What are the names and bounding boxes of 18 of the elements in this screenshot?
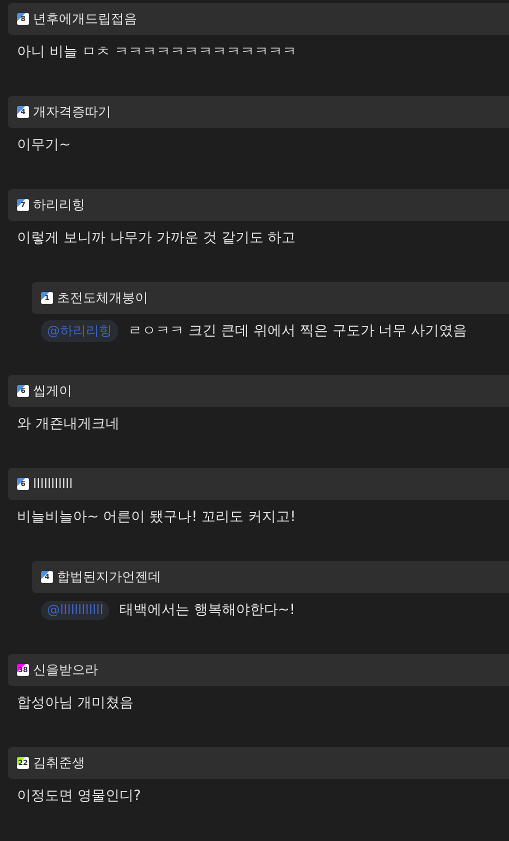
comment-text: 합성아님 개미쳤음 [17, 694, 134, 712]
comment-text: 이무기~ [17, 136, 71, 154]
comment-text: ㄹㅇㅋㅋ 크긴 큰데 위에서 찍은 구도가 너무 사기였음 [128, 322, 468, 340]
author-name[interactable]: 개자격증따기 [33, 103, 111, 121]
author-name[interactable]: 김취준생 [33, 754, 85, 772]
author-name[interactable]: 신을받으라 [33, 661, 98, 679]
author-name[interactable]: lllllllllll [33, 476, 73, 492]
author-name[interactable]: 씹게이 [33, 382, 72, 400]
author-name[interactable]: 년후에개드립접음 [33, 10, 137, 28]
comment-text: 태백에서는 행복해야한다~! [119, 601, 296, 619]
comment-text: 이정도면 영물인디? [17, 787, 141, 805]
author-name[interactable]: 하리리힝 [33, 196, 85, 214]
comment-text: 아니 비늘 ㅁㅊ ㅋㅋㅋㅋㅋㅋㅋㅋㅋㅋㅋㅋㅋ [17, 43, 296, 61]
comment-text: 와 개죤내게크네 [17, 415, 120, 433]
comment-text: 비늘비늘아~ 어른이 됐구나! 꼬리도 커지고! [17, 508, 296, 526]
comment-text: 이렇게 보니까 나무가 가까운 것 같기도 하고 [17, 229, 296, 247]
author-name[interactable]: 합법된지가언젠데 [57, 568, 161, 586]
author-name[interactable]: 초전도체개붕이 [57, 289, 148, 307]
